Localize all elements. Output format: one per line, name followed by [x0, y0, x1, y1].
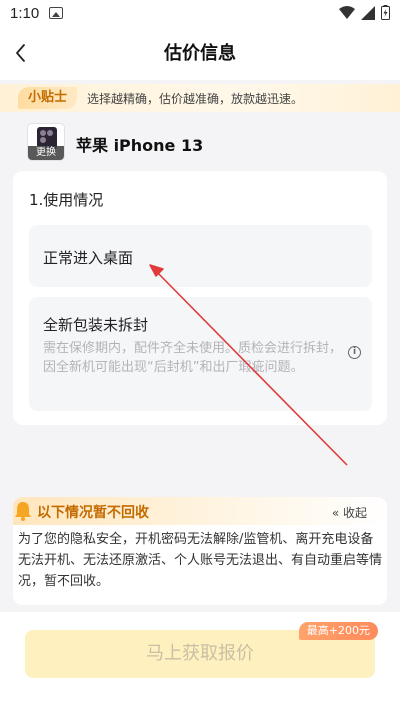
device-row: 更换 苹果 iPhone 13	[0, 118, 400, 166]
bell-icon	[15, 502, 31, 521]
not-accepted-notice: 以下情况暂不回收 « 收起 为了您的隐私安全，开机密码无法解除/监管机、离开充电…	[13, 497, 387, 605]
option-title: 全新包装未拆封	[43, 316, 149, 334]
section-title: 1.使用情况	[29, 191, 104, 209]
notice-text: 为了您的隐私安全，开机密码无法解除/监管机、离开充电设备无法开机、无法还原激活、…	[18, 532, 383, 589]
tip-text: 选择越精确，估价越准确，放款越迅速。	[87, 92, 304, 106]
battery-icon	[381, 5, 390, 20]
page-title: 估价信息	[164, 43, 236, 64]
notice-header: 以下情况暂不回收 « 收起	[13, 497, 387, 525]
notice-title: 以下情况暂不回收	[37, 505, 149, 521]
option-sealed-new[interactable]: 全新包装未拆封 需在保修期内，配件齐全未使用。质检会进行拆封，因全新机可能出现“…	[29, 297, 372, 411]
device-name: 苹果 iPhone 13	[76, 136, 204, 155]
nav-bar: 估价信息	[0, 28, 400, 80]
signal-icon	[361, 5, 375, 20]
double-chevron-left-icon: «	[331, 506, 340, 520]
gallery-notification-icon	[49, 7, 63, 19]
change-device-button[interactable]: 更换	[27, 123, 65, 161]
tip-label: 小贴士	[18, 87, 78, 109]
option-title: 正常进入桌面	[43, 249, 134, 267]
collapse-button[interactable]: « 收起	[332, 504, 367, 521]
option-normal-desktop[interactable]: 正常进入桌面	[29, 225, 372, 287]
max-bonus-badge: 最高+200元	[298, 622, 378, 640]
wifi-icon	[339, 5, 355, 19]
usage-section: 1.使用情况 正常进入桌面 全新包装未拆封 需在保修期内，配件齐全未使用。质检会…	[13, 171, 387, 425]
collapse-label: 收起	[342, 506, 367, 520]
status-icons	[339, 5, 390, 20]
info-icon[interactable]: i	[348, 346, 361, 359]
status-bar: 1:10	[0, 0, 400, 28]
status-time: 1:10	[10, 5, 40, 22]
option-description: 需在保修期内，配件齐全未使用。质检会进行拆封，因全新机可能出现“后封机”和出厂瑕…	[43, 341, 343, 375]
tip-banner: 小贴士 选择越精确，估价越准确，放款越迅速。	[0, 84, 400, 112]
change-device-label: 更换	[28, 146, 64, 160]
bottom-action-bar: 马上获取报价 最高+200元	[0, 612, 400, 711]
